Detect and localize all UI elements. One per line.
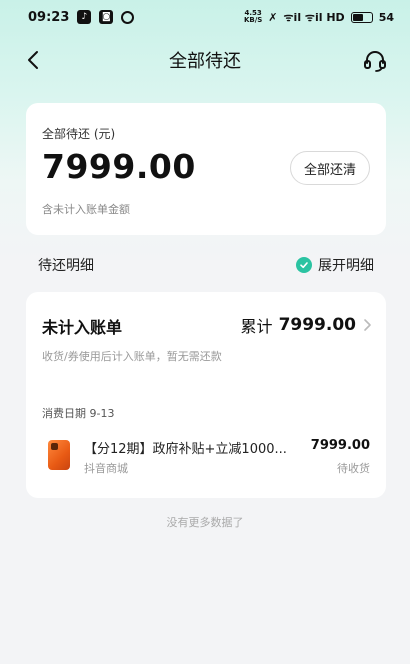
no-more-data-text: 没有更多数据了: [166, 516, 244, 529]
order-item-title: 【分12期】政府补贴+立减1000...: [84, 442, 287, 457]
page-title: 全部待还: [169, 51, 241, 72]
expand-details-toggle[interactable]: 展开明细: [296, 255, 374, 275]
repay-all-button[interactable]: 全部还清: [290, 151, 370, 185]
battery-level: 54: [378, 10, 394, 24]
expand-details-label: 展开明细: [318, 258, 374, 274]
mute-icon: ✗: [268, 10, 278, 24]
order-item-row[interactable]: 【分12期】政府补贴+立减1000... 7999.00 抖音商城 待收货: [42, 434, 372, 478]
unbilled-sum-label: 累计: [240, 317, 273, 336]
douyin-icon: ♪: [77, 10, 92, 24]
status-right: 4.53 KB/S ✗ ᯤil ᯤil HD 54: [244, 10, 394, 25]
unbilled-total-link[interactable]: 累计 7999.00: [241, 313, 372, 337]
unbilled-sum-value: 7999.00: [278, 315, 356, 335]
network-speed: 4.53 KB/S: [244, 10, 262, 24]
order-item-shop: 抖音商城: [84, 462, 128, 475]
total-due-amount: 7999.00: [42, 147, 196, 186]
details-section-header: 待还明细 展开明细: [26, 252, 386, 278]
unbilled-title: 未计入账单: [42, 318, 123, 337]
status-left: 09:23 ♪ ◙: [28, 9, 135, 25]
product-thumbnail: [48, 440, 70, 470]
status-bar: 09:23 ♪ ◙ 4.53 KB/S ✗ ᯤil ᯤil HD 54: [0, 0, 410, 34]
sync-icon: [121, 10, 135, 24]
unbilled-card: 未计入账单 累计 7999.00 收货/券使用后计入账单，暂无需还款 消费日期 …: [26, 292, 386, 498]
order-item-status: 待收货: [337, 462, 370, 475]
network-speed-unit: KB/S: [243, 16, 263, 24]
customer-service-icon[interactable]: [362, 48, 388, 74]
status-time: 09:23: [28, 9, 70, 25]
consume-date: 消费日期 9-13: [42, 407, 115, 420]
unbilled-subtitle: 收货/券使用后计入账单，暂无需还款: [42, 350, 222, 363]
total-due-note: 含未计入账单金额: [42, 203, 130, 216]
check-circle-icon: [296, 257, 312, 273]
total-due-card: 全部待还 (元) 7999.00 含未计入账单金额 全部还清: [26, 103, 386, 235]
navigation-bar: 全部待还: [0, 40, 410, 80]
order-item-price: 7999.00: [310, 438, 370, 453]
chevron-right-icon: [364, 319, 371, 331]
signal-icon: ᯤil ᯤil HD: [283, 10, 345, 24]
total-due-label: 全部待还 (元): [42, 127, 116, 141]
back-icon[interactable]: [22, 48, 46, 72]
details-title: 待还明细: [38, 258, 94, 274]
battery-icon: [350, 11, 373, 23]
notification-app-icon: ◙: [99, 10, 114, 24]
